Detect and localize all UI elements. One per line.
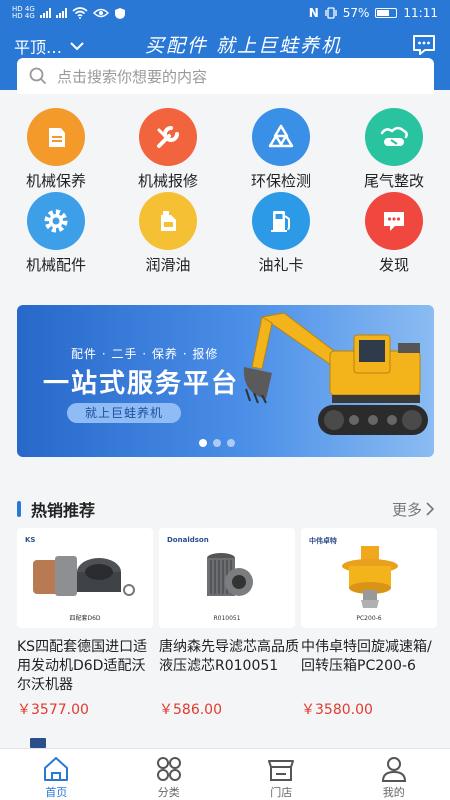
wrench-icon xyxy=(139,108,197,166)
status-right: N 57% 11:11 xyxy=(309,6,438,20)
home-icon xyxy=(44,757,69,781)
status-left: HD 4G HD 4G xyxy=(12,6,126,20)
product-image: KS 四配套D6D xyxy=(17,528,153,628)
section-accent xyxy=(17,501,21,517)
profile-icon xyxy=(381,757,406,782)
service-label: 机械配件 xyxy=(25,256,86,274)
tab-category[interactable]: 分类 xyxy=(113,749,226,800)
eye-icon xyxy=(92,8,109,18)
search-icon xyxy=(29,67,47,85)
search-placeholder: 点击搜索你想要的内容 xyxy=(57,67,208,86)
promo-banner[interactable]: 配件 · 二手 · 保养 · 报修 一站式服务平台 就上巨蛙养机 xyxy=(17,305,434,457)
tab-profile[interactable]: 我的 xyxy=(338,749,450,800)
tab-store[interactable]: 门店 xyxy=(225,749,338,800)
search-bar[interactable]: 点击搜索你想要的内容 xyxy=(17,58,434,94)
more-label: 更多 xyxy=(391,500,422,519)
location-selector[interactable]: 平顶… xyxy=(14,34,86,58)
service-repair[interactable]: 机械报修 xyxy=(112,108,224,191)
carousel-dots[interactable] xyxy=(199,439,235,447)
shield-icon xyxy=(114,7,125,19)
product-price: ￥586.00 xyxy=(159,702,222,718)
tab-label: 门店 xyxy=(270,786,293,799)
filter-icon xyxy=(207,553,253,596)
sim-bottom-label: HD 4G xyxy=(12,12,35,20)
product-list: KS 四配套D6D KS四配套德国进口适用发动机D6D适配沃尔沃机器 ￥3577… xyxy=(0,528,450,728)
message-icon[interactable] xyxy=(412,34,436,56)
carousel-dot[interactable] xyxy=(227,439,235,447)
location-label: 平顶… xyxy=(14,38,63,57)
swing-gearbox-icon xyxy=(342,546,398,608)
carousel-dot[interactable] xyxy=(213,439,221,447)
header-slogan: 买配件 就上巨蛙养机 xyxy=(145,35,343,57)
gear-icon xyxy=(27,192,85,250)
product-brand: KS xyxy=(25,536,36,544)
product-card[interactable]: Donaldson R010051 唐纳森先导滤芯高品质液压滤芯R010051 … xyxy=(159,528,299,719)
product-image: Donaldson R010051 xyxy=(159,528,295,628)
tab-label: 首页 xyxy=(45,786,68,799)
product-price: ￥3580.00 xyxy=(301,702,373,718)
tab-label: 我的 xyxy=(382,786,405,799)
piston-kit-icon xyxy=(33,556,135,596)
service-maintenance[interactable]: 机械保养 xyxy=(0,108,112,191)
service-label: 油礼卡 xyxy=(258,256,304,274)
section-header: 热销推荐 更多 xyxy=(17,497,434,521)
chevron-right-icon xyxy=(426,502,434,516)
discover-icon xyxy=(365,192,423,250)
vibrate-icon xyxy=(325,7,337,19)
store-icon xyxy=(268,760,295,781)
service-grid: 机械保养 机械报修 环保检测 尾气整改 机械配件 润滑油 油礼卡 发现 xyxy=(0,100,450,280)
service-eco-check[interactable]: 环保检测 xyxy=(225,108,337,191)
lubricant-icon xyxy=(139,192,197,250)
status-time: 11:11 xyxy=(403,6,438,20)
battery-icon xyxy=(375,8,398,18)
product-name: KS四配套德国进口适用发动机D6D适配沃尔沃机器 xyxy=(17,639,148,693)
service-parts[interactable]: 机械配件 xyxy=(0,192,112,275)
recycle-icon xyxy=(252,108,310,166)
excavator-image xyxy=(243,312,428,435)
service-label: 机械保养 xyxy=(25,172,86,190)
product-image-caption: R010051 xyxy=(213,615,241,622)
more-link[interactable]: 更多 xyxy=(392,499,434,520)
service-discover[interactable]: 发现 xyxy=(338,192,450,275)
wifi-icon xyxy=(72,7,88,19)
carousel-dot[interactable] xyxy=(199,439,207,447)
service-label: 环保检测 xyxy=(250,172,311,190)
service-exhaust[interactable]: 尾气整改 xyxy=(338,108,450,191)
service-label: 润滑油 xyxy=(145,256,191,274)
signal-icon xyxy=(39,8,51,18)
tab-label: 分类 xyxy=(157,786,180,799)
fuel-pump-icon xyxy=(252,192,310,250)
service-label: 尾气整改 xyxy=(363,172,424,190)
bottom-tab-bar: 首页 分类 门店 我的 xyxy=(0,748,450,800)
nfc-icon: N xyxy=(308,6,319,20)
product-name: 中伟卓特回旋减速箱/回转压箱PC200-6 xyxy=(301,639,432,674)
product-image-caption: 四配套D6D xyxy=(69,615,101,622)
service-label: 发现 xyxy=(378,256,409,274)
tab-home[interactable]: 首页 xyxy=(0,749,113,800)
banner-title: 一站式服务平台 xyxy=(43,369,240,399)
product-name: 唐纳森先导滤芯高品质液压滤芯R010051 xyxy=(159,639,299,674)
banner-subtitle: 配件 · 二手 · 保养 · 报修 xyxy=(71,347,219,361)
product-price: ￥3577.00 xyxy=(17,702,89,718)
oil-can-icon xyxy=(27,108,85,166)
chevron-down-icon xyxy=(70,42,84,51)
exhaust-icon xyxy=(365,108,423,166)
banner-pill: 就上巨蛙养机 xyxy=(67,403,181,423)
battery-percent: 57% xyxy=(342,6,370,20)
service-label: 机械报修 xyxy=(137,172,198,190)
category-icon xyxy=(156,757,181,781)
product-image-caption: PC200-6 xyxy=(356,615,382,622)
signal-2-icon xyxy=(55,8,67,18)
service-fuel-card[interactable]: 油礼卡 xyxy=(225,192,337,275)
product-brand: Donaldson xyxy=(167,536,209,544)
service-lubricant[interactable]: 润滑油 xyxy=(112,192,224,275)
product-image: 中伟卓特 PC200-6 xyxy=(301,528,437,628)
brand-logo-fragment xyxy=(30,738,46,748)
product-card[interactable]: KS 四配套D6D KS四配套德国进口适用发动机D6D适配沃尔沃机器 ￥3577… xyxy=(17,528,157,719)
product-brand: 中伟卓特 xyxy=(309,537,337,545)
product-card[interactable]: 中伟卓特 PC200-6 中伟卓特回旋减速箱/回转压箱PC200-6 ￥3580… xyxy=(301,528,441,719)
section-title: 热销推荐 xyxy=(31,501,96,520)
sim-indicator: HD 4G HD 4G xyxy=(12,6,35,20)
status-bar: HD 4G HD 4G N 57% 11:11 xyxy=(0,0,450,26)
